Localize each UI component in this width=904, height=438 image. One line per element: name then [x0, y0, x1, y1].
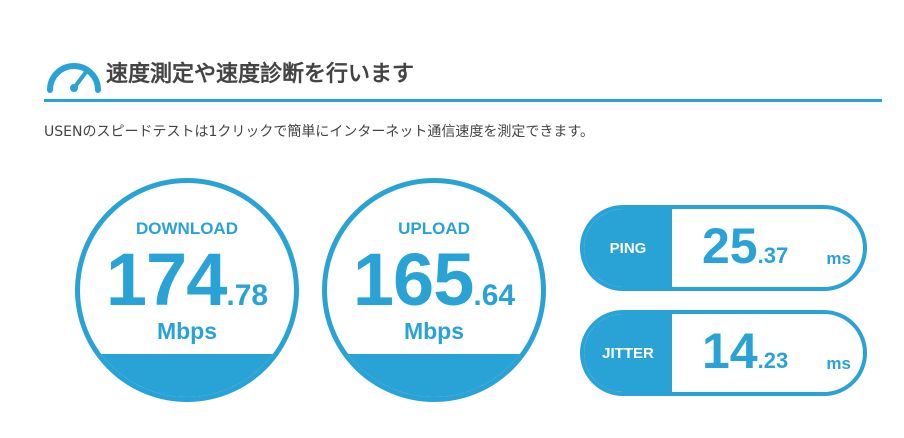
upload-gauge-fill	[327, 354, 541, 397]
jitter-value-decimal: .23	[757, 348, 789, 373]
jitter-value: 14.23	[702, 322, 788, 380]
download-unit: Mbps	[156, 318, 218, 344]
upload-value: 165.64	[327, 237, 541, 322]
ping-unit: ms	[826, 249, 851, 268]
section-header: 速度測定や速度診断を行います	[44, 46, 882, 102]
ping-panel: PING 25.37 ms	[580, 205, 867, 291]
upload-unit: Mbps	[403, 318, 465, 344]
download-value: 174.78	[80, 237, 294, 322]
upload-label: UPLOAD	[398, 219, 470, 238]
page-description: USENのスピードテストは1クリックで簡単にインターネット通信速度を測定できます…	[44, 124, 594, 140]
ping-value: 25.37	[702, 217, 788, 275]
jitter-panel: JITTER 14.23 ms	[580, 310, 867, 396]
jitter-label: JITTER	[584, 314, 672, 392]
upload-value-integer: 165	[352, 238, 474, 321]
download-gauge-fill	[80, 354, 294, 397]
download-gauge: DOWNLOAD 174.78 Mbps	[75, 178, 299, 402]
ping-value-integer: 25	[702, 218, 758, 274]
speed-test-page: 速度測定や速度診断を行います USENのスピードテストは1クリックで簡単にインタ…	[0, 0, 904, 438]
upload-value-decimal: .64	[473, 279, 516, 312]
speedometer-icon	[47, 63, 101, 93]
page-title: 速度測定や速度診断を行います	[106, 62, 415, 87]
jitter-value-integer: 14	[702, 323, 758, 379]
ping-label: PING	[584, 209, 672, 287]
ping-value-decimal: .37	[757, 243, 789, 268]
jitter-unit: ms	[826, 354, 851, 373]
download-label: DOWNLOAD	[136, 219, 238, 238]
upload-gauge: UPLOAD 165.64 Mbps	[322, 178, 546, 402]
download-value-decimal: .78	[226, 279, 269, 312]
download-value-integer: 174	[105, 238, 227, 321]
